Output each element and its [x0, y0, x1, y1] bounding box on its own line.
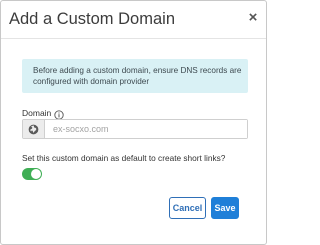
cancel-button[interactable]: Cancel — [169, 197, 206, 219]
dialog-header: Add a Custom Domain × — [1, 1, 266, 39]
info-alert: Before adding a custom domain, ensure DN… — [22, 59, 248, 93]
info-alert-line-1: Before adding a custom domain, ensure DN… — [33, 66, 242, 75]
close-button[interactable]: × — [246, 10, 260, 26]
toggle-knob — [31, 169, 41, 179]
default-question-label: Set this custom domain as default to cre… — [22, 153, 226, 163]
save-button[interactable]: Save — [211, 197, 239, 219]
domain-label: Domain — [22, 108, 52, 118]
default-domain-toggle[interactable] — [22, 168, 42, 180]
custom-domain-dialog: Add a Custom Domain × Before adding a cu… — [0, 0, 267, 245]
close-icon: × — [248, 9, 258, 26]
dialog-title: Add a Custom Domain — [9, 10, 175, 28]
info-alert-line-2: configured with domain provider — [33, 77, 150, 86]
domain-input[interactable] — [45, 120, 247, 138]
info-icon[interactable] — [54, 107, 64, 120]
globe-icon — [23, 120, 45, 138]
domain-input-group — [22, 119, 248, 139]
